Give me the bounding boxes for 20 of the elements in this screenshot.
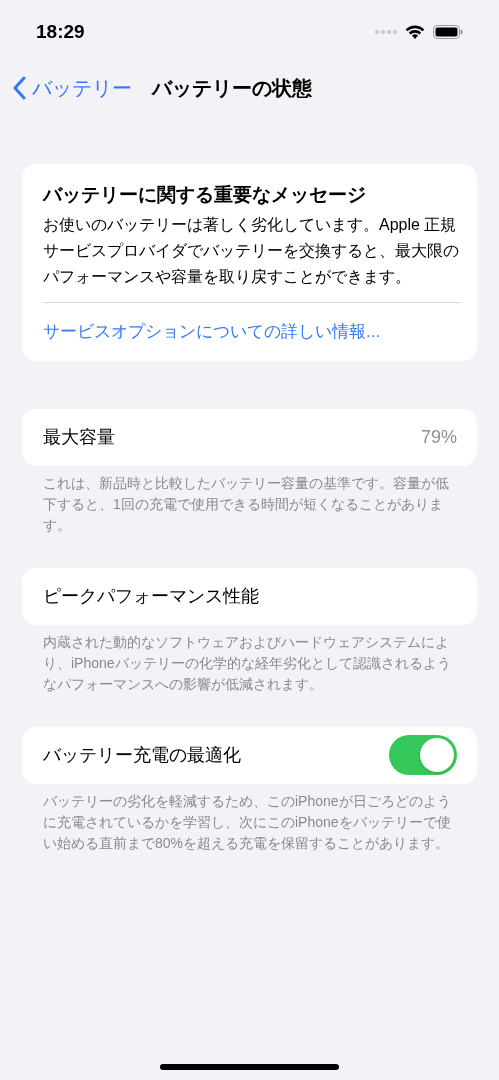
capacity-value: 79%: [420, 425, 457, 449]
row-footer: これは、新品時と比較したバッテリー容量の基準です。容量が低下すると、1回の充電で使用できる時間が短くなることがあります。: [22, 465, 477, 536]
message-title: バッテリーに関する重要なメッセージ: [43, 183, 367, 207]
wifi-icon: [405, 24, 425, 40]
settings-row[interactable]: 最大容量 79%: [22, 408, 477, 466]
signal-icon: [375, 29, 397, 35]
toggle-switch[interactable]: [389, 735, 457, 775]
service-info-link[interactable]: サービスオプションについての詳しい情報...: [43, 322, 381, 341]
row-label: バッテリー充電の最適化: [43, 743, 241, 767]
settings-row[interactable]: ピークパフォーマンス性能: [22, 567, 477, 625]
back-button[interactable]: バッテリー: [12, 73, 132, 103]
battery-icon: [433, 25, 463, 39]
chevron-left-icon: [12, 76, 26, 100]
row-label: ピークパフォーマンス性能: [43, 584, 259, 608]
row-footer: バッテリーの劣化を軽減するため、このiPhoneが日ごろどのように充電されているかを学習し、次にこのiPhoneをバッテリーで使い始める直前まで80%を超える充電を保留することがあります。: [22, 783, 477, 854]
message-body: お使いのバッテリーは著しく劣化しています。Apple 正規サービスプロバイダでバッテリーを交換すると、最大限のパフォーマンスや容量を取り戻すことができます。: [43, 215, 460, 287]
row-footer: 内蔵された動的なソフトウェアおよびハードウェアシステムにより、iPhoneバッテリーの化学的な経年劣化として認識されるようなパフォーマンスへの影響が低減されます。: [22, 624, 477, 695]
status-time: 18:29: [36, 19, 85, 44]
page-title: バッテリーの状態: [152, 76, 312, 101]
row-label: 最大容量: [43, 425, 115, 449]
